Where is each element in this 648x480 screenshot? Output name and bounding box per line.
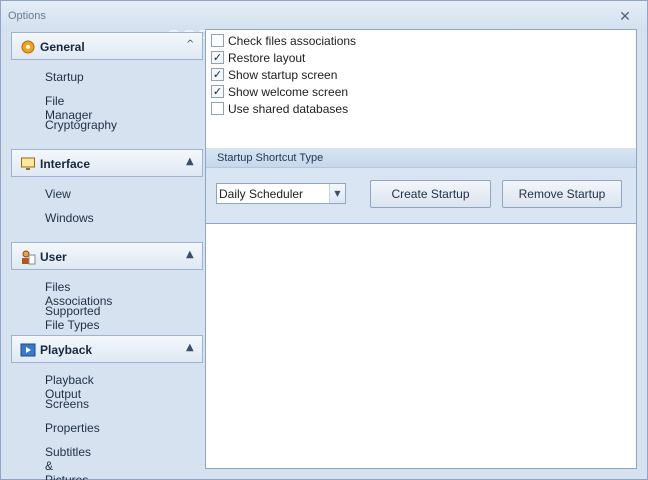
chevron-up-icon[interactable]: ^ [186, 39, 196, 51]
group-label-general: General [40, 40, 85, 54]
group-label-interface: Interface [40, 157, 91, 171]
sidebar-item-cryptography[interactable]: Cryptography [45, 118, 117, 132]
checkbox-checked[interactable]: ✓ [211, 85, 224, 98]
panel-caption: Startup Shortcut Type [206, 148, 636, 168]
checkbox[interactable] [211, 102, 224, 115]
monitor-icon [21, 157, 35, 170]
check-label: Restore layout [228, 51, 306, 65]
sidebar-item-screens[interactable]: Screens [45, 397, 89, 411]
options-window: Options ✕ SOFT General ^ Startup File Ma… [0, 0, 648, 480]
chevron-up-icon[interactable]: ▲ [186, 156, 196, 168]
sidebar-item-startup[interactable]: Startup [45, 70, 84, 84]
group-header-playback[interactable]: Playback ▲ [11, 335, 203, 363]
window-title: Options [8, 10, 46, 22]
title-bar: Options ✕ [1, 1, 647, 31]
group-label-playback: Playback [40, 343, 93, 357]
shortcut-type-select[interactable]: Daily Scheduler ▼ [216, 183, 346, 204]
checkbox[interactable] [211, 34, 224, 47]
sidebar-item-windows[interactable]: Windows [45, 211, 94, 225]
create-startup-button[interactable]: Create Startup [370, 180, 491, 208]
shortcut-type-value: Daily Scheduler [219, 187, 304, 201]
user-icon [22, 250, 36, 265]
options-content: Check files associations ✓ Restore layou… [205, 29, 637, 469]
sidebar-item-subtitles-pictures[interactable]: Subtitles & Pictures [45, 445, 91, 480]
chevron-up-icon[interactable]: ▲ [186, 249, 196, 261]
sidebar-item-properties[interactable]: Properties [45, 421, 100, 435]
check-label: Show welcome screen [228, 85, 349, 99]
checkbox-checked[interactable]: ✓ [211, 51, 224, 64]
group-header-interface[interactable]: Interface ▲ [11, 149, 203, 177]
group-header-general[interactable]: General ^ [11, 32, 203, 60]
playback-icon [20, 343, 36, 357]
group-header-user[interactable]: User ▲ [11, 242, 203, 270]
check-label: Show startup screen [228, 68, 338, 82]
checkbox-checked[interactable]: ✓ [211, 68, 224, 81]
check-label: Use shared databases [228, 102, 349, 116]
sidebar-item-supported-file-types[interactable]: Supported File Types [45, 304, 100, 332]
group-label-user: User [40, 250, 67, 264]
panel-caption-text: Startup Shortcut Type [217, 152, 324, 164]
close-icon[interactable]: ✕ [618, 10, 632, 24]
remove-startup-button[interactable]: Remove Startup [502, 180, 622, 208]
sidebar-item-view[interactable]: View [45, 187, 71, 201]
check-label: Check files associations [228, 34, 357, 48]
chevron-down-icon[interactable]: ▼ [329, 184, 345, 203]
chevron-up-icon[interactable]: ▲ [186, 342, 196, 354]
startup-shortcut-panel: Startup Shortcut Type Daily Scheduler ▼ … [206, 148, 636, 224]
gear-icon [21, 40, 35, 54]
